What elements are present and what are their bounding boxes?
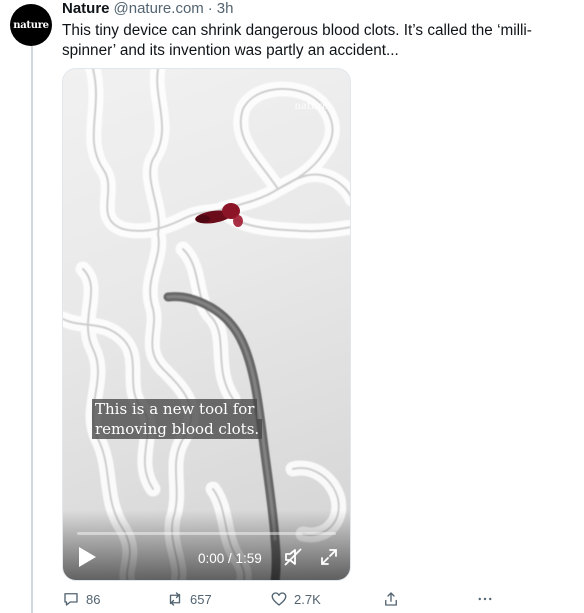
share-button[interactable]	[382, 590, 400, 608]
progress-bar[interactable]	[77, 532, 336, 535]
tweet-actions: 86 657 2.7K	[62, 590, 502, 610]
tweet-text: This tiny device can shrink dangerous bl…	[62, 22, 532, 59]
like-count: 2.7K	[294, 591, 321, 607]
tweet-header: Nature @nature.com · 3h	[62, 0, 233, 20]
play-icon[interactable]	[77, 546, 97, 568]
thread-line	[31, 46, 33, 613]
video-frame	[63, 69, 350, 580]
avatar-logo-text: nature	[13, 19, 49, 31]
reply-button[interactable]: 86	[62, 590, 100, 608]
author-handle[interactable]: @nature.com	[114, 0, 204, 17]
video-caption: This is a new tool for removing blood cl…	[92, 399, 263, 439]
more-button[interactable]	[476, 590, 494, 608]
heart-icon	[271, 592, 287, 606]
video-timecode: 0:00 / 1:59	[198, 551, 262, 566]
caption-line-1: This is a new tool for	[92, 399, 258, 419]
separator-dot: ·	[207, 0, 213, 17]
like-button[interactable]: 2.7K	[270, 590, 321, 608]
repost-icon	[169, 592, 181, 606]
caption-line-2: removing blood clots.	[92, 419, 263, 439]
controls-shade	[63, 510, 350, 580]
author-name[interactable]: Nature	[62, 0, 110, 17]
reply-count: 86	[86, 591, 101, 607]
repost-button[interactable]: 657	[166, 590, 212, 608]
video-watermark: nature	[294, 101, 328, 112]
expand-icon[interactable]	[319, 547, 339, 567]
repost-count: 657	[190, 591, 212, 607]
more-icon	[478, 597, 492, 601]
muted-speaker-icon[interactable]	[283, 547, 303, 567]
tweet-time[interactable]: 3h	[217, 0, 234, 17]
reply-icon	[64, 593, 78, 606]
avatar[interactable]: nature	[10, 4, 52, 46]
share-icon	[385, 592, 397, 606]
video-player[interactable]: nature This is a new tool for removing b…	[62, 68, 351, 581]
